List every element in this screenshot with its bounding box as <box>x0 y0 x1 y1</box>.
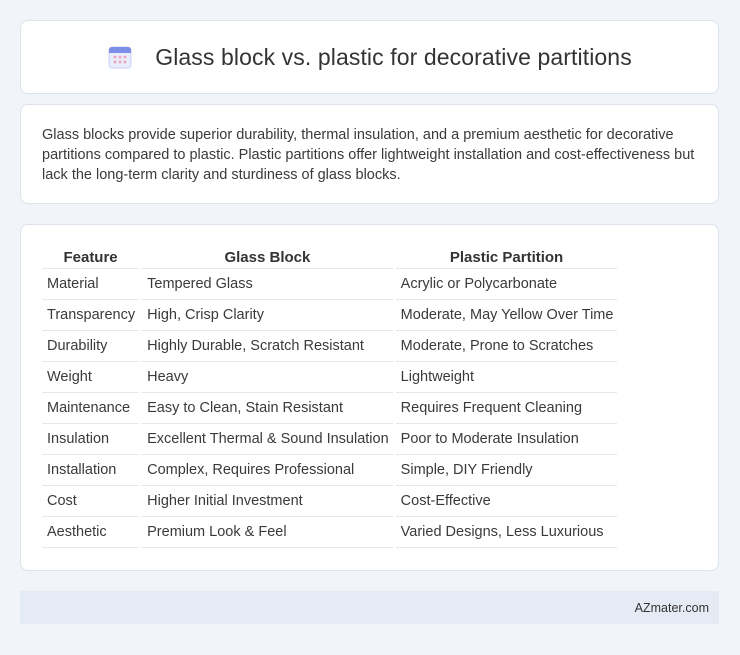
glass-block-cell: Excellent Thermal & Sound Insulation <box>142 424 393 455</box>
glass-block-cell: Higher Initial Investment <box>142 486 393 517</box>
table-row: Installation Complex, Requires Professio… <box>42 455 618 486</box>
plastic-cell: Simple, DIY Friendly <box>395 455 618 486</box>
plastic-cell: Poor to Moderate Insulation <box>395 424 618 455</box>
glass-block-cell: Complex, Requires Professional <box>142 455 393 486</box>
plastic-cell: Acrylic or Polycarbonate <box>395 269 618 300</box>
header-plastic-partition: Plastic Partition <box>395 247 618 269</box>
glass-block-cell: Premium Look & Feel <box>142 517 393 548</box>
glass-block-cell: Tempered Glass <box>142 269 393 300</box>
table-row: Maintenance Easy to Clean, Stain Resista… <box>42 393 618 424</box>
feature-cell: Cost <box>42 486 140 517</box>
feature-cell: Aesthetic <box>42 517 140 548</box>
plastic-cell: Moderate, Prone to Scratches <box>395 331 618 362</box>
header-glass-block: Glass Block <box>142 247 393 269</box>
title-card: Glass block vs. plastic for decorative p… <box>20 20 719 94</box>
footer-brand: AZmater.com <box>634 600 709 615</box>
glass-block-cell: Highly Durable, Scratch Resistant <box>142 331 393 362</box>
feature-cell: Transparency <box>42 300 140 331</box>
table-row: Durability Highly Durable, Scratch Resis… <box>42 331 618 362</box>
glass-block-cell: High, Crisp Clarity <box>142 300 393 331</box>
table-row: Transparency High, Crisp Clarity Moderat… <box>42 300 618 331</box>
intro-card: Glass blocks provide superior durability… <box>20 104 719 204</box>
plastic-cell: Moderate, May Yellow Over Time <box>395 300 618 331</box>
table-row: Insulation Excellent Thermal & Sound Ins… <box>42 424 618 455</box>
comparison-card: Feature Glass Block Plastic Partition Ma… <box>20 224 719 571</box>
glass-block-cell: Heavy <box>142 362 393 393</box>
intro-text: Glass blocks provide superior durability… <box>42 127 695 183</box>
table-row: Cost Higher Initial Investment Cost-Effe… <box>42 486 618 517</box>
plastic-cell: Cost-Effective <box>395 486 618 517</box>
footer: AZmater.com <box>20 591 719 624</box>
calendar-icon <box>107 44 133 70</box>
page-title: Glass block vs. plastic for decorative p… <box>155 43 632 70</box>
comparison-table: Feature Glass Block Plastic Partition Ma… <box>39 247 620 548</box>
glass-block-cell: Easy to Clean, Stain Resistant <box>142 393 393 424</box>
feature-cell: Weight <box>42 362 140 393</box>
table-row: Weight Heavy Lightweight <box>42 362 618 393</box>
feature-cell: Maintenance <box>42 393 140 424</box>
plastic-cell: Lightweight <box>395 362 618 393</box>
feature-cell: Installation <box>42 455 140 486</box>
feature-cell: Material <box>42 269 140 300</box>
header-feature: Feature <box>42 247 140 269</box>
table-row: Material Tempered Glass Acrylic or Polyc… <box>42 269 618 300</box>
feature-cell: Insulation <box>42 424 140 455</box>
plastic-cell: Requires Frequent Cleaning <box>395 393 618 424</box>
table-row: Aesthetic Premium Look & Feel Varied Des… <box>42 517 618 548</box>
plastic-cell: Varied Designs, Less Luxurious <box>395 517 618 548</box>
feature-cell: Durability <box>42 331 140 362</box>
table-header-row: Feature Glass Block Plastic Partition <box>42 247 618 269</box>
